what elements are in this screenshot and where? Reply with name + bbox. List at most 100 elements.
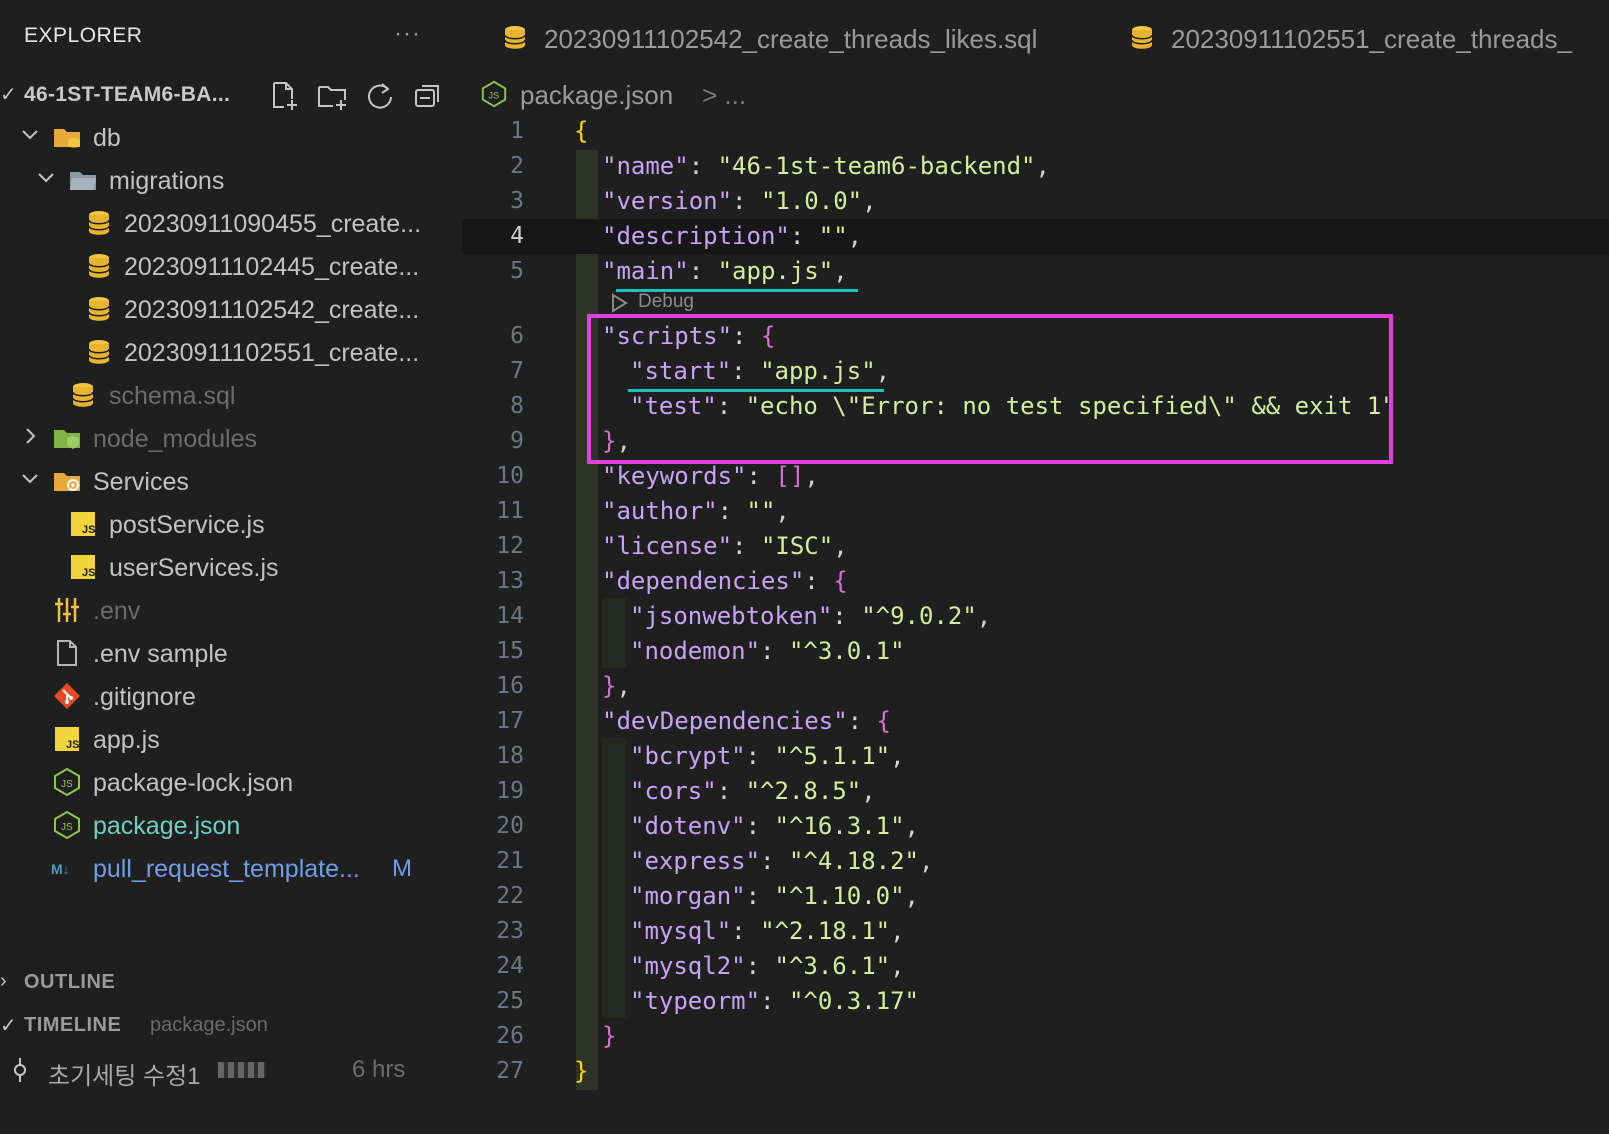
tree-item-label: pull_request_template... xyxy=(93,855,360,883)
code-line-current: 4 "description": "", xyxy=(462,219,1609,254)
tree-item-migration-file[interactable]: 20230911102551_create... xyxy=(0,331,462,373)
tree-item-node-modules[interactable]: node_modules xyxy=(0,417,462,459)
tree-item-schema-sql[interactable]: schema.sql xyxy=(0,374,462,416)
tree-item-post-service[interactable]: JS postService.js xyxy=(0,503,462,545)
code-line: 17 "devDependencies": { xyxy=(496,707,891,735)
database-icon xyxy=(504,26,526,49)
code-line: 18 "bcrypt": "^5.1.1", xyxy=(496,742,905,770)
tree-item-pull-request-template[interactable]: M↓ pull_request_template... M xyxy=(0,847,462,889)
tab-label: 20230911102542_create_threads_likes.sql xyxy=(544,24,1038,54)
svg-text:JS: JS xyxy=(61,822,73,833)
folder-node-icon xyxy=(54,430,80,449)
timeline-time: 6 hrs xyxy=(352,1056,406,1083)
chevron-down-icon xyxy=(22,130,38,140)
tab-create-threads-likes[interactable]: 20230911102542_create_threads_likes.sql xyxy=(502,14,1062,62)
new-file-icon[interactable] xyxy=(268,80,300,112)
js-file-icon: JS xyxy=(55,727,79,751)
annotation-highlight-scripts xyxy=(587,314,1393,464)
tree-item-package-lock[interactable]: JS package-lock.json xyxy=(0,761,462,803)
database-icon xyxy=(72,383,94,407)
code-line: 25 "typeorm": "^0.3.17" xyxy=(496,987,919,1015)
tree-item-services[interactable]: Services xyxy=(0,460,462,502)
code-line: 14 "jsonwebtoken": "^9.0.2", xyxy=(496,602,992,630)
tree-item-label: userServices.js xyxy=(109,554,279,582)
tree-item-env-sample[interactable]: .env sample xyxy=(0,632,462,674)
code-line: 23 "mysql": "^2.18.1", xyxy=(496,917,905,945)
js-file-icon: JS xyxy=(71,555,95,579)
timeline-file: package.json xyxy=(150,1014,268,1036)
code-line: 12 "license": "ISC", xyxy=(496,532,848,560)
folder-open-icon xyxy=(70,172,96,190)
chevron-down-icon xyxy=(22,474,38,484)
tree-item-db[interactable]: db xyxy=(0,116,462,158)
tab-create-threads[interactable]: 20230911102551_create_threads_ xyxy=(1129,14,1609,62)
git-icon xyxy=(54,683,80,709)
tree-item-label: Services xyxy=(93,468,189,496)
tree-item-label: app.js xyxy=(93,726,160,754)
tree-item-migration-file[interactable]: 20230911102445_create... xyxy=(0,245,462,287)
code-line: 26} xyxy=(496,1022,617,1050)
code-line: 3 "version": "1.0.0", xyxy=(510,187,877,215)
workspace-root-label: 46-1ST-TEAM6-BA... xyxy=(24,83,231,106)
code-line: 24 "mysql2": "^3.6.1", xyxy=(496,952,905,980)
outline-section[interactable]: › OUTLINE xyxy=(0,964,462,1000)
play-icon xyxy=(612,293,628,313)
timeline-title: TIMELINE xyxy=(24,1014,122,1036)
collapse-all-icon[interactable] xyxy=(412,80,444,112)
chevron-down-icon: ✓ xyxy=(0,84,17,106)
breadcrumb[interactable]: JS package.json > ... xyxy=(480,76,780,114)
refresh-icon[interactable] xyxy=(364,80,396,112)
tree-item-migration-file[interactable]: 20230911102542_create... xyxy=(0,288,462,330)
code-line: 5 "main": "app.js", xyxy=(510,257,848,285)
chevron-right-icon: › xyxy=(0,970,7,992)
timeline-entry[interactable]: 초기세팅 수정1 6 hrs xyxy=(0,1050,462,1090)
tree-item-migration-file[interactable]: 20230911090455_create... xyxy=(0,202,462,244)
tree-item-env[interactable]: .env xyxy=(0,589,462,631)
database-icon xyxy=(88,211,110,235)
more-actions-icon[interactable]: ··· xyxy=(394,20,421,48)
folder-services-icon xyxy=(54,473,80,491)
workspace-root[interactable]: ✓ 46-1ST-TEAM6-BA... xyxy=(0,76,462,114)
tree-item-label: 20230911090455_create... xyxy=(124,210,422,238)
tree-item-migrations[interactable]: migrations xyxy=(0,159,462,201)
new-folder-icon[interactable] xyxy=(316,80,348,112)
database-icon xyxy=(88,340,110,364)
redacted-author xyxy=(218,1062,266,1078)
nodejs-icon: JS xyxy=(54,810,80,840)
tree-item-label: .gitignore xyxy=(93,683,196,711)
svg-text:M↓: M↓ xyxy=(51,861,70,877)
code-line: 11 "author": "", xyxy=(496,497,790,525)
code-line: 10 "keywords": [], xyxy=(496,462,819,490)
tree-item-label: package.json xyxy=(93,812,241,840)
code-line: 1{ xyxy=(510,117,589,145)
tree-item-app-js[interactable]: JS app.js xyxy=(0,718,462,760)
database-icon xyxy=(88,297,110,321)
tree-item-user-services[interactable]: JS userServices.js xyxy=(0,546,462,588)
folder-db-icon xyxy=(54,129,80,148)
tree-item-label: migrations xyxy=(109,167,225,195)
breadcrumb-file[interactable]: package.json xyxy=(520,80,673,111)
timeline-message: 초기세팅 수정1 xyxy=(48,1063,201,1090)
svg-text:JS: JS xyxy=(82,524,95,536)
nodejs-icon: JS xyxy=(481,80,507,108)
markdown-icon: M↓ xyxy=(51,861,70,877)
commit-icon xyxy=(14,1058,26,1082)
timeline-section[interactable]: ✓ TIMELINE package.json xyxy=(0,1007,462,1043)
tree-item-label: .env sample xyxy=(93,640,228,668)
svg-text:JS: JS xyxy=(488,91,499,101)
svg-text:JS: JS xyxy=(82,567,95,579)
tree-item-label: db xyxy=(93,124,121,152)
tree-item-package-json[interactable]: JS package.json xyxy=(0,804,462,846)
annotation-underline-main xyxy=(616,289,858,292)
database-icon xyxy=(88,254,110,278)
tree-item-gitignore[interactable]: .gitignore xyxy=(0,675,462,717)
database-icon xyxy=(1131,26,1153,49)
code-line: 16}, xyxy=(496,672,631,700)
tree-item-label: .env xyxy=(93,597,141,625)
code-line: 22 "morgan": "^1.10.0", xyxy=(496,882,919,910)
chevron-down-icon xyxy=(38,173,54,183)
breadcrumb-more[interactable]: > ... xyxy=(702,80,746,111)
tree-item-label: 20230911102551_create... xyxy=(124,339,420,367)
explorer-sidebar: EXPLORER ··· ✓ 46-1ST-TEAM6-BA... db mig… xyxy=(0,0,462,1134)
git-status-badge: M xyxy=(392,855,412,882)
